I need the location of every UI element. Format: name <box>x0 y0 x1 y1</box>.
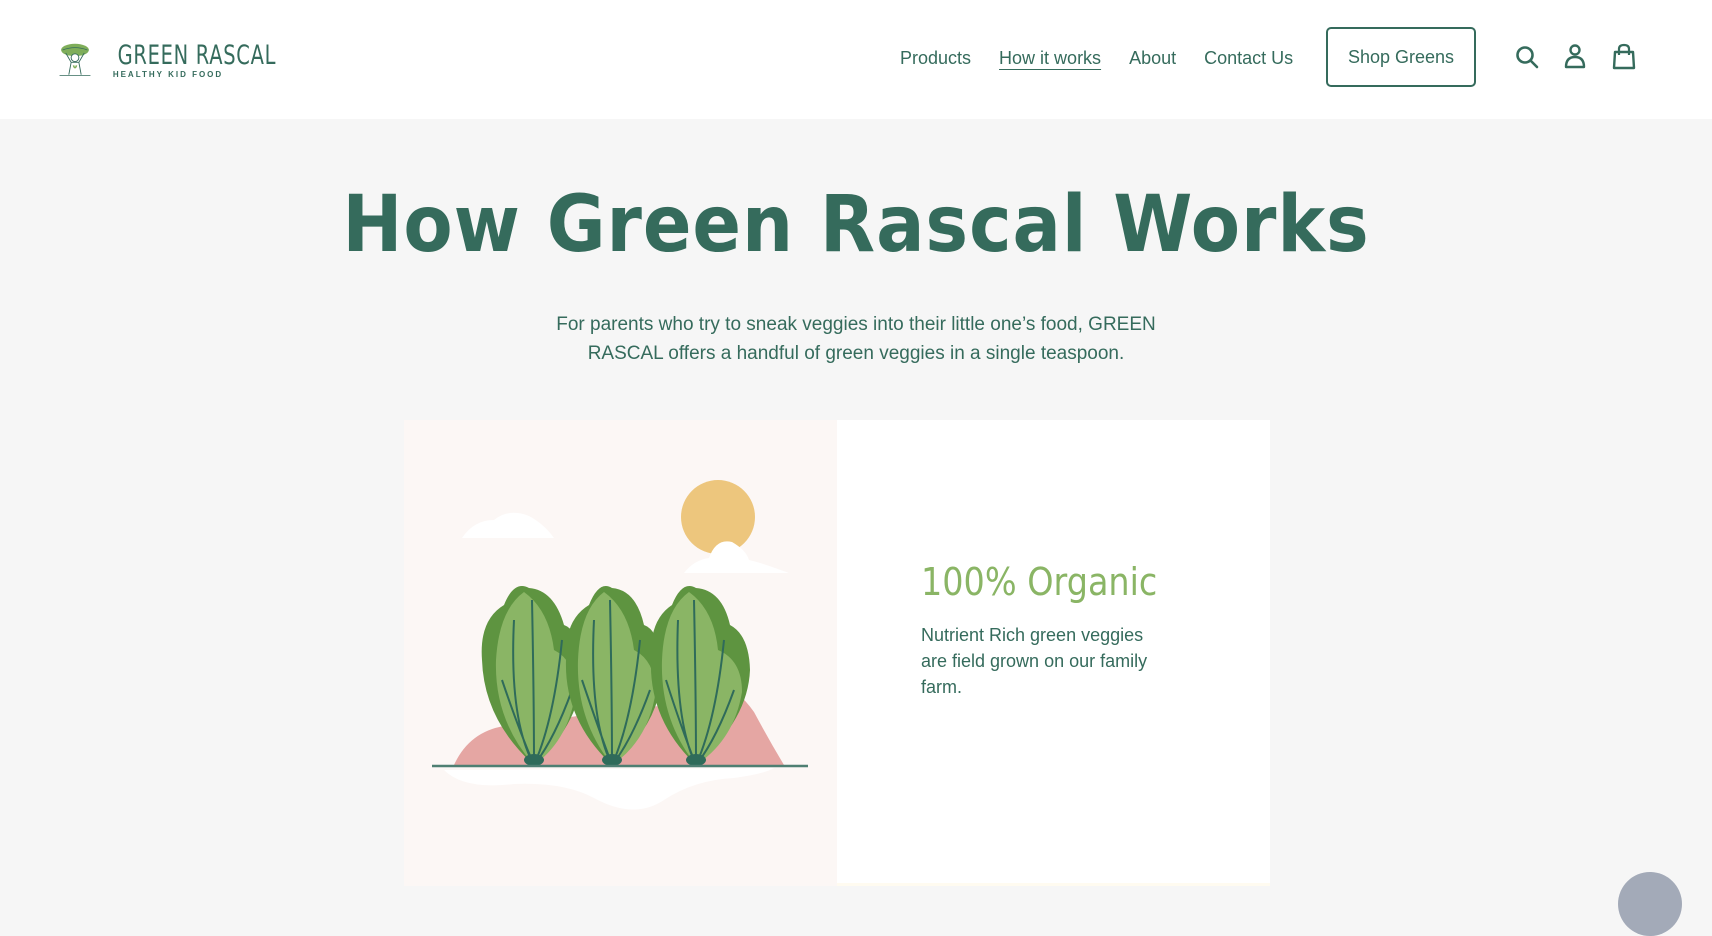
search-icon <box>1516 46 1539 69</box>
page-subtitle: For parents who try to sneak veggies int… <box>556 314 1156 364</box>
ground-reflection <box>444 768 774 810</box>
nav-about[interactable]: About <box>1129 48 1176 69</box>
feature-illustration-panel <box>404 420 837 886</box>
logo-name: GREEN RASCAL <box>117 39 277 71</box>
nav-products[interactable]: Products <box>900 48 971 69</box>
logo-mascot-icon <box>59 43 91 76</box>
cart-icon <box>1612 43 1636 70</box>
logo-tagline: HEALTHY KID FOOD <box>112 69 224 79</box>
feature-title: 100% Organic <box>921 560 1158 604</box>
cart-button[interactable] <box>1607 40 1641 74</box>
account-button[interactable] <box>1558 40 1592 74</box>
site-header: GREEN RASCAL HEALTHY KID FOOD Products H… <box>0 0 1712 119</box>
nav-contact-us[interactable]: Contact Us <box>1204 48 1293 69</box>
chat-widget-button[interactable] <box>1618 872 1682 936</box>
organic-farm-illustration <box>432 480 808 810</box>
account-icon <box>1564 44 1586 69</box>
feature-description: Nutrient Rich green veggies are field gr… <box>921 625 1148 697</box>
sun-icon <box>681 480 755 554</box>
logo[interactable]: GREEN RASCAL HEALTHY KID FOOD <box>58 36 277 84</box>
shop-greens-button[interactable]: Shop Greens <box>1326 27 1476 87</box>
nav-how-it-works[interactable]: How it works <box>999 48 1101 69</box>
cloud-left <box>462 512 554 538</box>
page-title: How Green Rascal Works <box>342 180 1370 270</box>
feature-card: 100% Organic Nutrient Rich green veggies… <box>837 420 1270 886</box>
search-button[interactable] <box>1510 40 1544 74</box>
main-nav: Products How it works About Contact Us <box>900 26 1321 90</box>
